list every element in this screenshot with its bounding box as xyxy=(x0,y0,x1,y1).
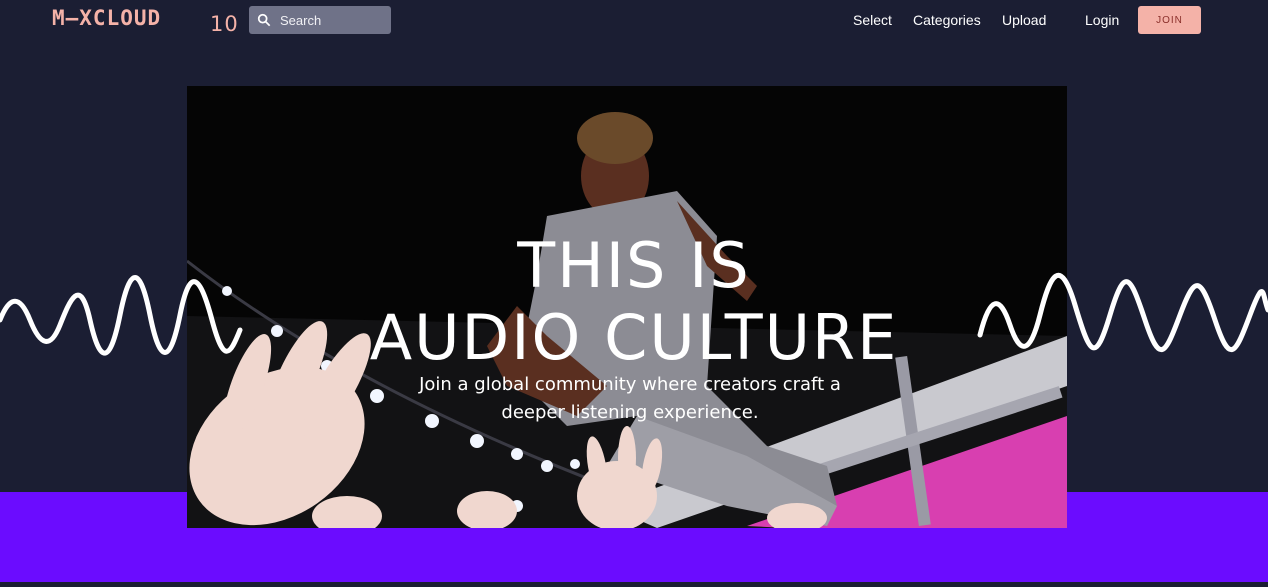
subtitle-line-2: deeper listening experience. xyxy=(501,402,759,423)
headline-line-2: AUDIO CULTURE xyxy=(369,301,899,374)
nav-select-link[interactable]: Select xyxy=(853,12,892,28)
join-button[interactable]: JOIN xyxy=(1138,6,1201,34)
login-link[interactable]: Login xyxy=(1085,12,1119,28)
top-navigation-bar: M—XCLOUD 10 Search Select Categories Upl… xyxy=(0,0,1268,40)
nav-upload-link[interactable]: Upload xyxy=(1002,12,1046,28)
bottom-strip xyxy=(0,582,1268,587)
hero-headline: THIS IS AUDIO CULTURE xyxy=(0,230,1268,374)
mixcloud-logo[interactable]: M—XCLOUD 10 xyxy=(52,6,238,36)
hero-subtitle: Join a global community where creators c… xyxy=(330,371,930,427)
search-input[interactable]: Search xyxy=(249,6,391,34)
logo-text: M—XCLOUD xyxy=(52,6,162,30)
headline-line-1: THIS IS xyxy=(517,229,751,302)
logo-anniversary-badge: 10 xyxy=(210,12,239,36)
search-icon xyxy=(257,13,271,27)
nav-categories-link[interactable]: Categories xyxy=(913,12,981,28)
subtitle-line-1: Join a global community where creators c… xyxy=(419,374,841,395)
search-placeholder: Search xyxy=(280,12,322,28)
